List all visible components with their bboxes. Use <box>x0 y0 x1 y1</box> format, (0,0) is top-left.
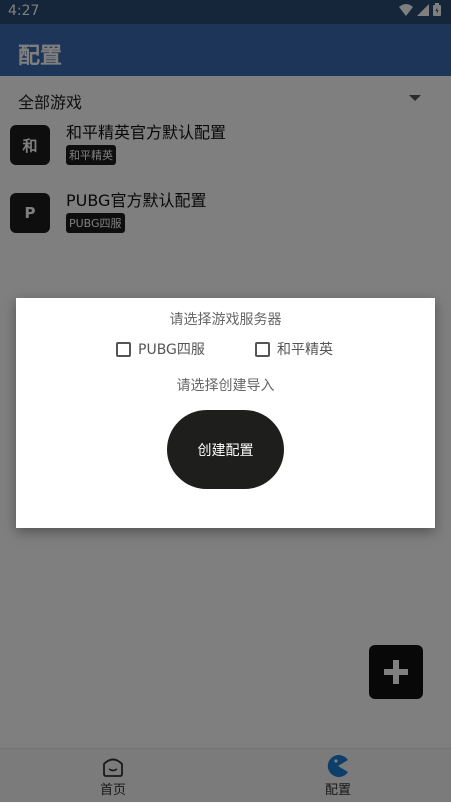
create-config-button[interactable]: 创建配置 <box>167 410 284 489</box>
checkbox-label: PUBG四服 <box>138 342 205 358</box>
dialog-subtitle: 请选择创建导入 <box>176 378 275 394</box>
server-select-dialog: 请选择游戏服务器 PUBG四服 和平精英 请选择创建导入 创建配置 <box>16 298 435 528</box>
pubg-server-checkbox[interactable]: PUBG四服 <box>116 339 205 359</box>
checkbox-label: 和平精英 <box>277 342 333 358</box>
checkbox-icon <box>116 341 131 357</box>
checkbox-icon <box>255 341 270 357</box>
server-options: PUBG四服 和平精英 <box>16 339 435 361</box>
peace-elite-checkbox[interactable]: 和平精英 <box>255 339 333 359</box>
dialog-title: 请选择游戏服务器 <box>169 312 282 328</box>
